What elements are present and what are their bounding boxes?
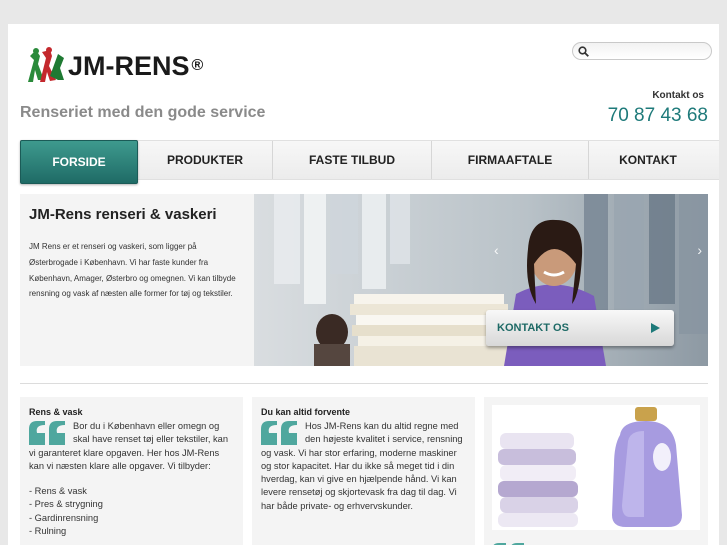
info-box-title: Du kan altid forvente <box>261 407 351 417</box>
section-divider <box>20 383 708 384</box>
detergent-product-image <box>492 405 700 530</box>
hero-title: JM-Rens renseri & vaskeri <box>29 206 217 223</box>
nav-item-faste-tilbud[interactable]: FASTE TILBUD <box>273 141 432 179</box>
logo-text: JM-RENS <box>68 50 190 81</box>
nav-item-forside[interactable]: FORSIDE <box>20 140 138 184</box>
search-box[interactable] <box>572 42 712 60</box>
tagline: Renseriet med den gode service <box>20 104 266 121</box>
search-input[interactable] <box>593 45 703 57</box>
logo-mark-icon <box>28 47 64 82</box>
page: JM-RENS ® Renseriet med den gode service… <box>8 24 719 545</box>
list-item: - Pres & strygning <box>29 499 103 510</box>
info-box-rens-vask: Rens & vask Bor du i København eller ome… <box>20 397 243 545</box>
info-box-forvente: Du kan altid forvente Hos JM-Rens kan du… <box>252 397 475 545</box>
nav-item-kontakt[interactable]: KONTAKT <box>589 141 707 179</box>
service-list: - Rens & vask - Pres & strygning - Gardi… <box>29 485 234 538</box>
play-arrow-icon <box>651 323 660 333</box>
nav-item-produkter[interactable]: PRODUKTER <box>138 141 273 179</box>
quote-icon <box>261 421 297 445</box>
contact-us-button[interactable]: KONTAKT OS <box>486 310 674 346</box>
product-image-box <box>484 397 708 545</box>
hero-body: JM Rens er et renseri og vaskeri, som li… <box>29 242 236 299</box>
slider-next-icon[interactable]: › <box>697 242 702 258</box>
registered-mark: ® <box>191 57 204 74</box>
quote-icon <box>29 421 65 445</box>
hero-text-panel: JM-Rens renseri & vaskeri JM Rens er et … <box>20 194 254 366</box>
contact-phone[interactable]: 70 87 43 68 <box>608 105 708 127</box>
logo[interactable]: JM-RENS ® <box>24 46 203 86</box>
contact-label: Kontakt os <box>652 90 704 101</box>
list-item: - Rens & vask <box>29 486 87 497</box>
contact-us-button-label: KONTAKT OS <box>497 322 569 334</box>
info-box-title: Rens & vask <box>29 407 83 417</box>
list-item: - Rulning <box>29 526 67 537</box>
main-nav: FORSIDE PRODUKTER FASTE TILBUD FIRMAAFTA… <box>20 140 719 184</box>
nav-item-firmaaftale[interactable]: FIRMAAFTALE <box>432 141 589 179</box>
search-icon <box>578 45 589 57</box>
slider-prev-icon[interactable]: ‹ <box>494 242 499 258</box>
list-item: - Gardinrensning <box>29 512 99 523</box>
hero-section: JM-Rens renseri & vaskeri JM Rens er et … <box>20 194 708 366</box>
